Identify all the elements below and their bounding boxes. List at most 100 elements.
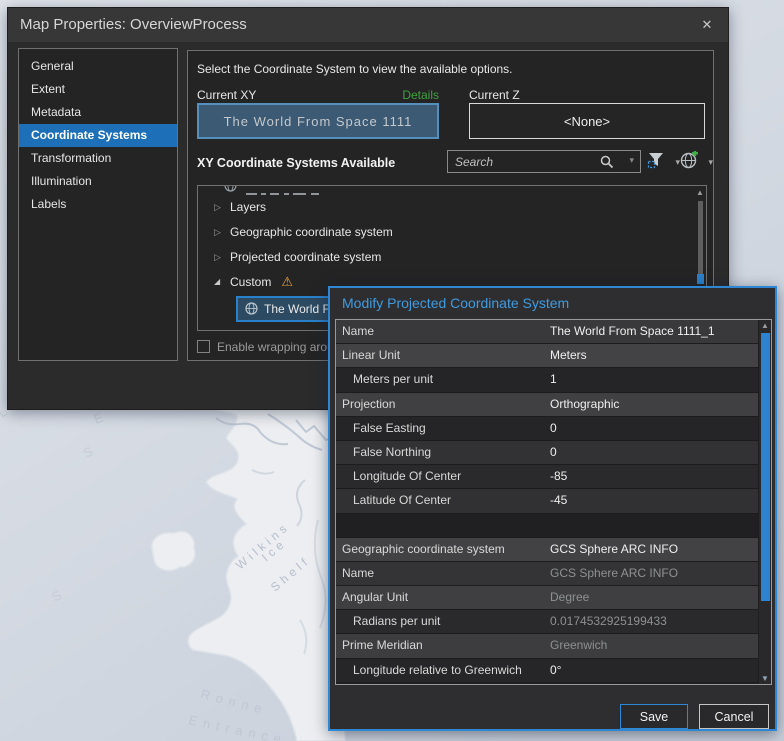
scroll-up-icon[interactable]: ▲ (696, 188, 704, 197)
property-value: 0.0174532925199433 (550, 614, 667, 629)
property-value: GCS Sphere ARC INFO (550, 541, 679, 556)
search-placeholder: Search (455, 155, 494, 169)
property-label: Projection (342, 396, 396, 411)
expand-expanded-icon[interactable]: ◢ (214, 270, 220, 294)
property-row[interactable]: Meters per unit 1 (336, 368, 758, 393)
sidebar-item[interactable]: Labels (19, 193, 177, 216)
expand-collapsed-icon[interactable]: ▷ (214, 245, 221, 269)
property-row[interactable]: Angular Unit Degree (336, 586, 758, 611)
property-row[interactable]: Linear Unit Meters (336, 344, 758, 369)
sidebar-item[interactable]: Illumination (19, 170, 177, 193)
property-row[interactable]: Latitude Of Center -45 (336, 489, 758, 514)
expand-collapsed-icon[interactable]: ▷ (214, 220, 221, 244)
property-value: 0 (550, 420, 557, 435)
modify-dialog-title: Modify Projected Coordinate System (342, 295, 570, 311)
property-label: Latitude Of Center (353, 493, 452, 508)
scroll-up-icon[interactable]: ▲ (761, 321, 769, 330)
sidebar-item[interactable]: General (19, 55, 177, 78)
property-value: 1 (550, 372, 557, 387)
sidebar-item-label: Coordinate Systems (31, 128, 148, 142)
property-row[interactable] (336, 513, 758, 538)
current-z-label: Current Z (469, 88, 520, 102)
intro-text: Select the Coordinate System to view the… (197, 62, 513, 76)
property-label: Radians per unit (353, 614, 441, 629)
sidebar-item[interactable]: Extent (19, 78, 177, 101)
property-row[interactable]: Longitude relative to Greenwich 0° (336, 658, 758, 683)
property-label: Name (342, 324, 375, 338)
property-label: Prime Meridian (342, 638, 423, 653)
property-label: Meters per unit (353, 372, 434, 387)
property-label: Longitude relative to Greenwich (353, 662, 522, 677)
details-link[interactable]: Details (197, 88, 439, 102)
warning-icon: ⚠ (281, 274, 293, 289)
tree-item-label: Layers⚠ (230, 200, 267, 214)
property-row[interactable]: Longitude Of Center -85 (336, 465, 758, 490)
save-button[interactable]: Save (620, 704, 688, 729)
property-label: Geographic coordinate system (342, 541, 505, 556)
enable-wrapping-checkbox[interactable] (197, 340, 210, 353)
current-z-button[interactable]: <None> (469, 103, 705, 139)
sidebar-item[interactable]: Transformation (19, 147, 177, 170)
property-label: Longitude Of Center (353, 469, 462, 484)
property-row[interactable]: Name GCS Sphere ARC INFO (336, 561, 758, 587)
sidebar-item-label: Extent (31, 82, 66, 96)
property-row[interactable]: False Northing 0 (336, 440, 758, 466)
property-value: 0° (550, 662, 562, 677)
property-value: 0 (550, 444, 557, 459)
sidebar-item-label: Labels (31, 197, 67, 211)
property-label: Name (342, 565, 375, 580)
property-row[interactable]: False Easting 0 (336, 416, 758, 441)
tree-item-label: Projected coordinate system⚠ (230, 250, 382, 264)
sidebar-item[interactable]: Coordinate Systems (19, 124, 177, 147)
current-xy-button[interactable]: The World From Space 1111 (197, 103, 439, 139)
property-value: -45 (550, 493, 568, 508)
enable-wrapping-label: Enable wrapping arou (217, 340, 334, 354)
property-value: The World From Space 1111_1 (550, 324, 715, 338)
property-row[interactable]: Radians per unit 0.0174532925199433 (336, 610, 758, 635)
search-dropdown-icon[interactable]: ▾ (629, 155, 634, 166)
globe-icon (224, 186, 237, 192)
modify-pcs-dialog: Modify Projected Coordinate System Name … (328, 286, 777, 731)
property-table: Name The World From Space 1111_1 Linear … (335, 319, 772, 685)
sidebar-item-label: Metadata (31, 105, 82, 119)
cancel-button[interactable]: Cancel (699, 704, 769, 729)
add-coordinate-system-button[interactable]: ▾ (680, 150, 713, 173)
property-row[interactable]: Prime Meridian Greenwich (336, 634, 758, 659)
island (151, 530, 196, 572)
property-value: -85 (550, 469, 568, 484)
property-rows: Name The World From Space 1111_1 Linear … (336, 320, 758, 683)
tree-item[interactable]: ▷ ◢ Layers⚠ (198, 195, 678, 219)
sidebar: General Extent Metadata Coordinate Syste… (18, 48, 178, 361)
sidebar-item[interactable]: Metadata (19, 101, 177, 124)
scroll-down-icon[interactable]: ▼ (761, 674, 769, 683)
tree-item-label: Custom ⚠ (230, 270, 293, 294)
expand-collapsed-icon[interactable]: ▷ (214, 195, 221, 219)
close-icon[interactable]: ✕ (698, 16, 716, 34)
scrollbar-blue-segment[interactable] (697, 274, 704, 284)
globe-dropdown-icon: ▾ (708, 157, 713, 167)
property-label: Linear Unit (342, 348, 401, 363)
property-value: Meters (550, 348, 587, 363)
tree-item[interactable]: ▷ ◢ Geographic coordinate system⚠ (198, 220, 678, 244)
globe-add-icon (680, 150, 698, 169)
property-label: False Easting (353, 420, 426, 435)
property-row[interactable]: Geographic coordinate system GCS Sphere … (336, 537, 758, 562)
dialog-title: Map Properties: OverviewProcess (20, 16, 247, 33)
dialog-titlebar: Map Properties: OverviewProcess ✕ (8, 8, 728, 42)
property-row[interactable]: Name The World From Space 1111_1 (336, 320, 758, 345)
tree-item-label: The World Fr (264, 302, 334, 316)
property-value: Greenwich (550, 638, 608, 653)
property-label: Angular Unit (342, 590, 409, 605)
property-label: False Northing (353, 444, 432, 459)
scrollbar-thumb[interactable] (761, 333, 770, 601)
search-icon (600, 155, 614, 169)
sidebar-item-label: General (31, 59, 74, 73)
scrollbar-thumb[interactable] (698, 201, 703, 274)
filter-button[interactable]: ▾ (647, 151, 680, 173)
xy-available-heading: XY Coordinate Systems Available (197, 156, 396, 170)
property-row[interactable]: Projection Orthographic (336, 392, 758, 417)
table-scrollbar[interactable]: ▲ ▼ (758, 320, 771, 684)
enable-wrapping-row: Enable wrapping arou (197, 338, 347, 354)
tree-item[interactable]: ▷ ◢ Projected coordinate system⚠ (198, 245, 678, 269)
search-box[interactable]: Search ▾ (447, 150, 641, 173)
